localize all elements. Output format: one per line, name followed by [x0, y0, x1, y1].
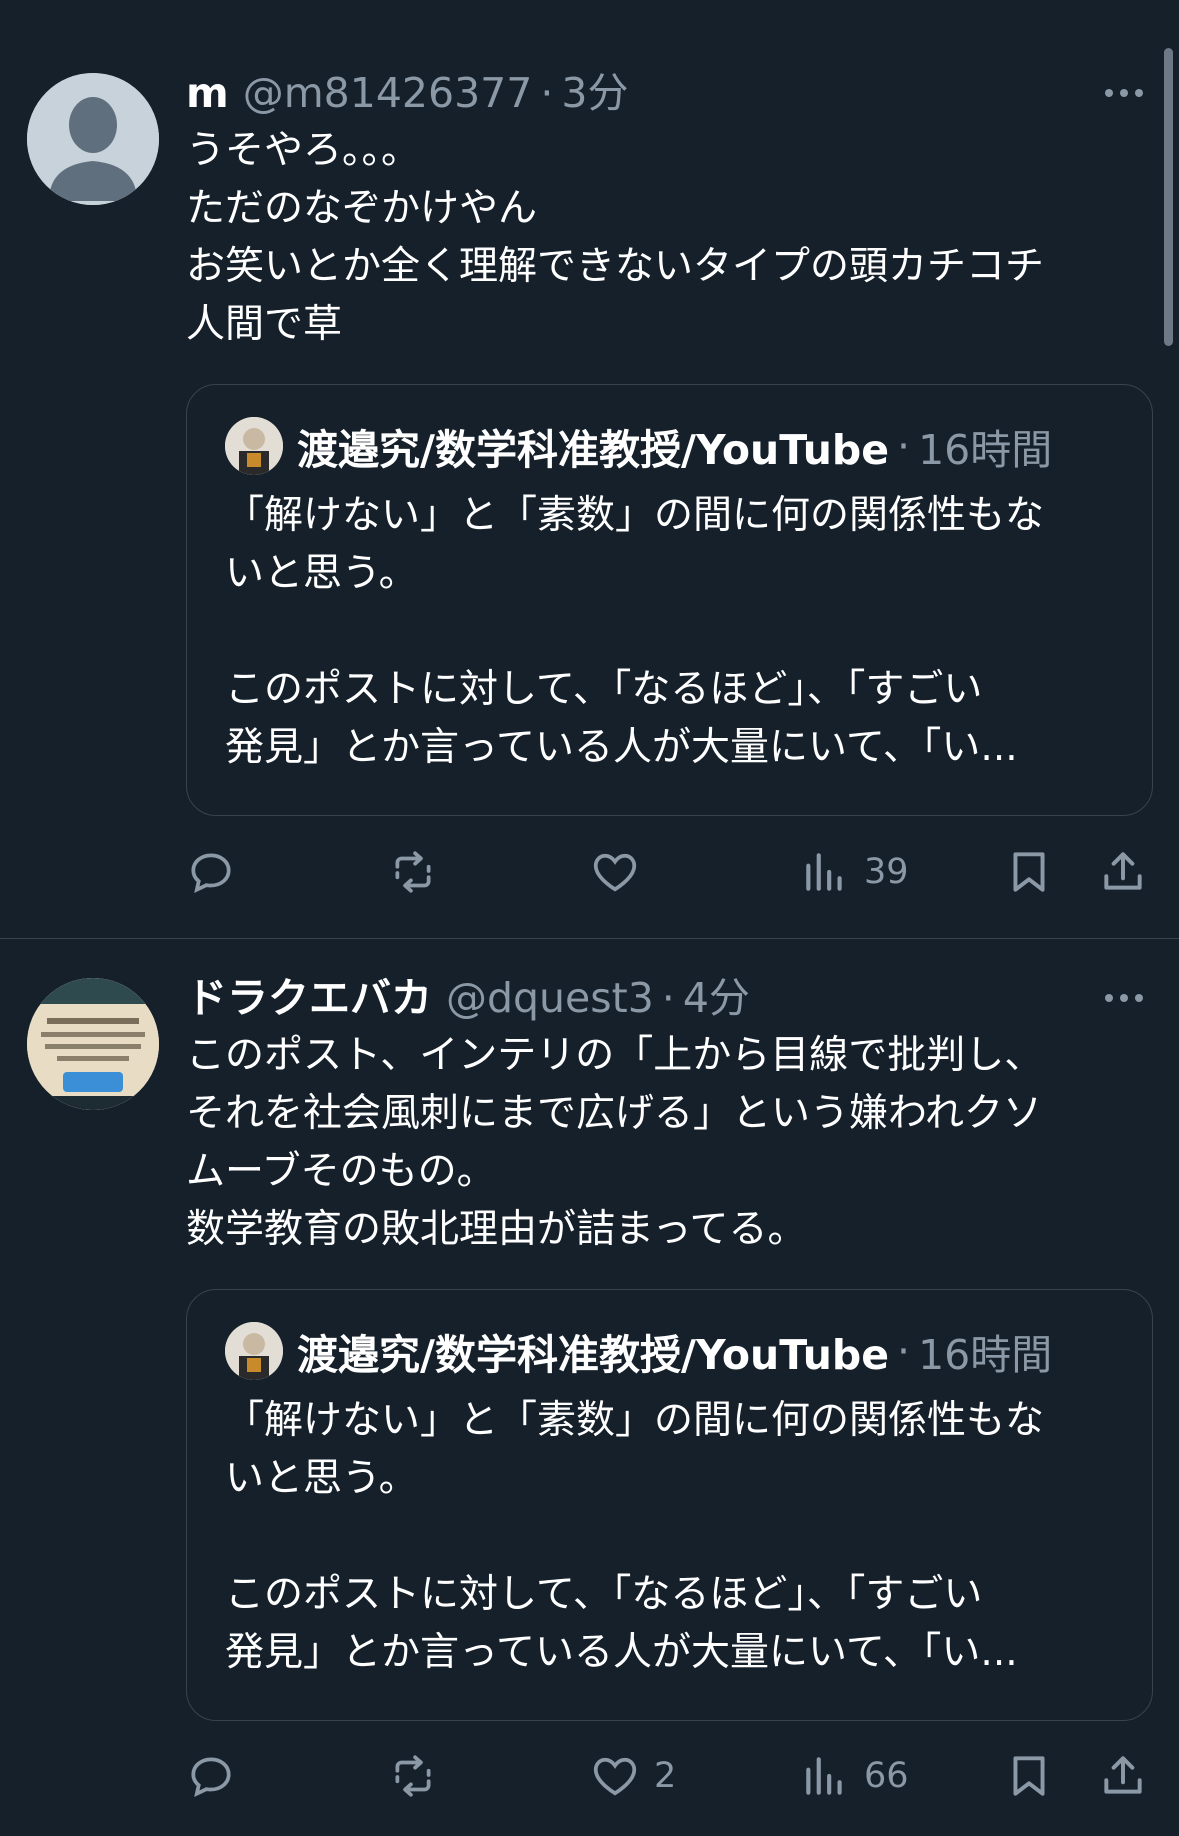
quoted-post-text: 「解けない」と「素数」の間に何の関係性もな いと思う。 このポストに対して、「な…: [225, 493, 1045, 770]
bookmark-button[interactable]: [1004, 1751, 1054, 1801]
post-header: m @m81426377 · 3分: [186, 64, 1149, 122]
like-button[interactable]: 2: [590, 1751, 676, 1801]
reply-button[interactable]: [186, 1751, 250, 1801]
timestamp[interactable]: 3分: [561, 64, 628, 122]
quoted-post[interactable]: 渡邉究/数学科准教授/YouTube · 16時間 「解けない」と「素数」の間に…: [186, 384, 1153, 816]
like-count: 2: [654, 1756, 677, 1796]
views-button[interactable]: 66: [800, 1751, 909, 1801]
quoted-post-text: 「解けない」と「素数」の間に何の関係性もな いと思う。 このポストに対して、「な…: [225, 1398, 1045, 1675]
avatar[interactable]: [27, 73, 159, 205]
author-handle[interactable]: @m81426377: [243, 64, 533, 122]
default-avatar-icon: [27, 73, 159, 205]
post-text: うそやろ。。。 ただのなぞかけやん お笑いとか全く理解できないタイプの頭カチコチ…: [186, 128, 1045, 347]
bookmark-button[interactable]: [1004, 847, 1054, 897]
share-icon: [1104, 852, 1142, 890]
avatar[interactable]: [27, 978, 159, 1110]
share-button[interactable]: [1098, 1751, 1148, 1801]
bookmark-icon: [1013, 1756, 1045, 1796]
post-text: このポスト、インテリの「上から目線で批判し、 それを社会風刺にまで広げる」という…: [186, 1033, 1044, 1252]
views-icon: [806, 853, 842, 891]
action-bar: 39: [186, 843, 1149, 901]
post-content: m @m81426377 · 3分 うそやろ。。。 ただのなぞかけやん お笑いと…: [186, 64, 1153, 816]
separator: ·: [661, 974, 675, 1022]
quoted-author-name: 渡邉究/数学科准教授/YouTube: [297, 426, 890, 474]
more-icon[interactable]: [1105, 64, 1143, 122]
reply-icon: [191, 853, 231, 894]
timestamp[interactable]: 4分: [683, 969, 750, 1027]
repost-button[interactable]: [388, 1751, 452, 1801]
author-name[interactable]: ドラクエバカ: [186, 969, 432, 1027]
separator: ·: [540, 69, 554, 117]
bookmark-icon: [1013, 852, 1045, 892]
share-button[interactable]: [1098, 847, 1148, 897]
avatar-image: [27, 978, 159, 1110]
repost-icon: [395, 1755, 431, 1797]
separator: ·: [897, 422, 911, 470]
separator: ·: [897, 1327, 911, 1375]
views-button[interactable]: 39: [800, 847, 909, 897]
like-button[interactable]: [590, 847, 654, 897]
post-content: ドラクエバカ @dquest3 · 4分 このポスト、インテリの「上から目線で批…: [186, 969, 1153, 1721]
quoted-timestamp: 16時間: [918, 1331, 1053, 1379]
author-handle[interactable]: @dquest3: [446, 969, 654, 1027]
quoted-author-name: 渡邉究/数学科准教授/YouTube: [297, 1331, 890, 1379]
quoted-avatar: [225, 1322, 283, 1380]
heart-icon: [593, 1757, 637, 1796]
post[interactable]: m @m81426377 · 3分 うそやろ。。。 ただのなぞかけやん お笑いと…: [0, 0, 1179, 939]
action-bar: 2 66: [186, 1747, 1149, 1805]
quoted-post-header: 渡邉究/数学科准教授/YouTube · 16時間: [225, 1320, 1114, 1382]
post[interactable]: ドラクエバカ @dquest3 · 4分 このポスト、インテリの「上から目線で批…: [0, 939, 1179, 1836]
repost-icon: [395, 851, 431, 893]
post-header: ドラクエバカ @dquest3 · 4分: [186, 969, 1149, 1027]
repost-button[interactable]: [388, 847, 452, 897]
heart-icon: [593, 853, 637, 892]
quoted-post[interactable]: 渡邉究/数学科准教授/YouTube · 16時間 「解けない」と「素数」の間に…: [186, 1289, 1153, 1721]
views-count: 66: [864, 1756, 909, 1796]
reply-button[interactable]: [186, 847, 250, 897]
quoted-avatar: [225, 417, 283, 475]
views-icon: [806, 1757, 842, 1795]
share-icon: [1104, 1756, 1142, 1794]
more-icon[interactable]: [1105, 969, 1143, 1027]
author-name[interactable]: m: [186, 64, 229, 122]
reply-icon: [191, 1757, 231, 1798]
quoted-timestamp: 16時間: [918, 426, 1053, 474]
views-count: 39: [864, 852, 909, 892]
quoted-post-header: 渡邉究/数学科准教授/YouTube · 16時間: [225, 415, 1114, 477]
